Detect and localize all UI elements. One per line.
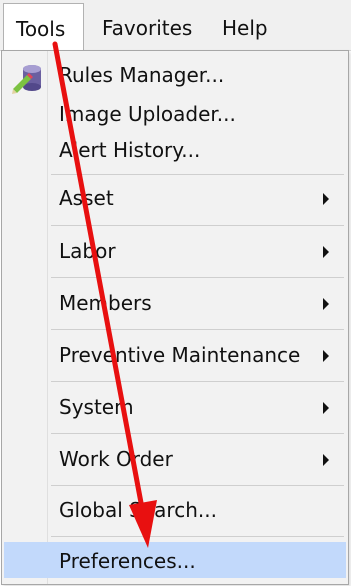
submenu-arrow-icon: [323, 193, 329, 205]
app-window: Tools Favorites Help Rules Manager... Im…: [0, 0, 351, 586]
menu-item-image-uploader[interactable]: Image Uploader...: [4, 102, 346, 128]
menu-item-work-order[interactable]: Work Order: [4, 447, 346, 473]
submenu-arrow-icon: [323, 246, 329, 258]
submenu-arrow-icon: [323, 454, 329, 466]
menu-item-label: Asset: [59, 186, 114, 210]
menu-favorites[interactable]: Favorites: [87, 0, 207, 50]
tools-dropdown-menu: Rules Manager... Image Uploader... Alert…: [1, 50, 349, 585]
menu-tools[interactable]: Tools: [3, 3, 84, 51]
submenu-arrow-icon: [323, 298, 329, 310]
menu-help[interactable]: Help: [207, 0, 283, 50]
menu-item-preventive-maintenance[interactable]: Preventive Maintenance: [4, 343, 346, 369]
submenu-arrow-icon: [323, 402, 329, 414]
menu-item-label: Rules Manager...: [59, 63, 225, 87]
menu-item-label: Labor: [59, 239, 116, 263]
menu-item-label: Work Order: [59, 447, 173, 471]
menu-item-members[interactable]: Members: [4, 291, 346, 317]
menu-bar: Tools Favorites Help: [0, 0, 351, 51]
menu-item-label: Image Uploader...: [59, 102, 236, 126]
menu-item-preferences[interactable]: Preferences...: [4, 542, 346, 578]
rules-manager-icon: [12, 65, 41, 94]
menu-item-label: Alert History...: [59, 138, 201, 162]
menu-item-labor[interactable]: Labor: [4, 239, 346, 265]
menu-item-asset[interactable]: Asset: [4, 186, 346, 212]
menu-separator: [51, 485, 344, 486]
menu-item-global-search[interactable]: Global Search...: [4, 498, 346, 524]
menu-separator: [51, 433, 344, 434]
menu-item-label: Global Search...: [59, 498, 217, 522]
menu-separator: [51, 329, 344, 330]
menu-item-alert-history[interactable]: Alert History...: [4, 138, 346, 164]
menu-separator: [51, 277, 344, 278]
menu-separator: [51, 174, 344, 175]
menu-item-system[interactable]: System: [4, 395, 346, 421]
menu-separator: [51, 225, 344, 226]
menu-item-label: Preventive Maintenance: [59, 343, 301, 367]
menu-item-label: System: [59, 395, 134, 419]
menu-item-label: Members: [59, 291, 152, 315]
menu-item-rules-manager[interactable]: Rules Manager...: [4, 63, 346, 94]
menu-item-label: Preferences...: [59, 549, 196, 573]
submenu-arrow-icon: [323, 350, 329, 362]
menu-separator: [51, 536, 344, 537]
menu-separator: [51, 381, 344, 382]
